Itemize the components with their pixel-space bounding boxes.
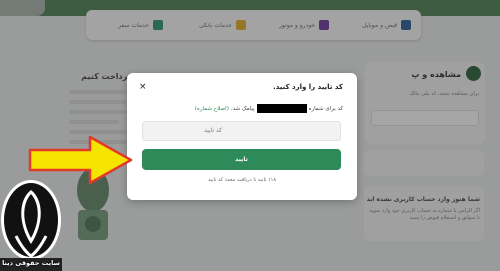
redacted-phone-number (256, 104, 307, 113)
close-icon[interactable]: × (139, 82, 147, 92)
code-input-placeholder: کد تایید (203, 127, 222, 134)
desc-suffix: پیامک شد. (230, 105, 255, 112)
confirm-button[interactable]: تایید (142, 149, 341, 170)
verification-modal: کد تایید را وارد کنید. × کد برای شماره پ… (127, 73, 357, 200)
logo-text: سایت حقوقی دینا (2, 259, 60, 267)
sms-description: کد برای شماره پیامک شد. (اصلاح شماره) (195, 104, 343, 113)
edit-number-link[interactable]: (اصلاح شماره) (195, 106, 229, 112)
resend-countdown: ۱۱۸ ثانیه تا دریافت مجدد کد تایید (207, 177, 277, 183)
modal-title: کد تایید را وارد کنید. (273, 83, 343, 91)
verification-code-input[interactable]: کد تایید (142, 121, 341, 141)
desc-prefix: کد برای شماره (308, 105, 343, 112)
site-logo-icon (0, 180, 62, 271)
